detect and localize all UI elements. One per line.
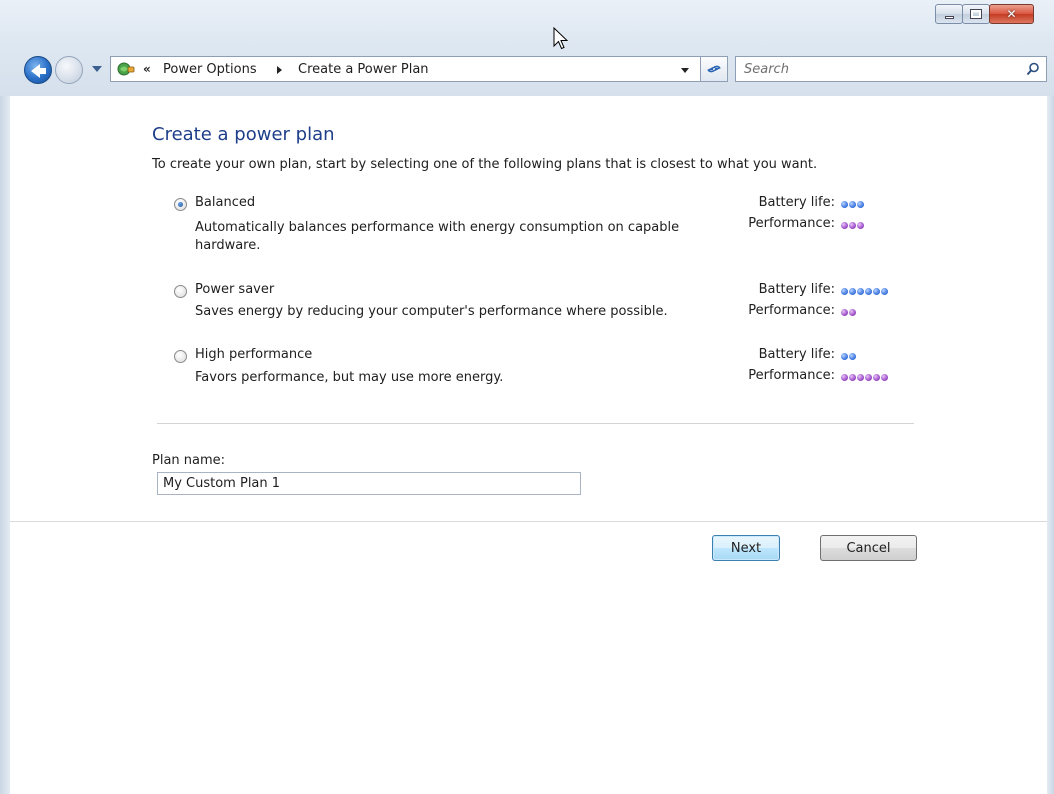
radio-balanced[interactable]	[174, 198, 187, 211]
battery-meter-dot	[873, 288, 880, 295]
footer-separator	[10, 521, 1047, 522]
plan-name-value[interactable]: My Custom Plan 1	[163, 476, 280, 491]
battery-meter-dot	[849, 201, 856, 208]
page-intro: To create your own plan, start by select…	[152, 157, 818, 172]
maximize-icon	[963, 5, 989, 23]
battery-meter-dot	[865, 288, 872, 295]
performance-meter	[841, 218, 865, 229]
breadcrumb-power-options[interactable]: Power Options	[163, 62, 257, 77]
battery-meter-dot	[849, 288, 856, 295]
performance-meter-dot	[841, 309, 848, 316]
performance-meter-dot	[841, 222, 848, 229]
window-left-border	[0, 96, 10, 794]
mouse-cursor-icon	[553, 27, 569, 50]
performance-meter-dot	[849, 374, 856, 381]
plan-description-line: Favors performance, but may use more ene…	[195, 370, 504, 385]
plan-description-line: Automatically balances performance with …	[195, 220, 680, 235]
back-button[interactable]	[24, 56, 52, 84]
search-input[interactable]: Search	[744, 62, 789, 77]
refresh-icon	[707, 65, 721, 73]
minimize-button[interactable]	[935, 4, 963, 24]
search-icon[interactable]	[1026, 62, 1040, 76]
battery-meter	[841, 197, 865, 208]
battery-meter	[841, 284, 889, 295]
plan-description-high-performance: Favors performance, but may use more ene…	[195, 369, 503, 387]
next-button[interactable]: Next	[712, 535, 780, 561]
performance-meter-dot	[873, 374, 880, 381]
performance-meter-dot	[857, 222, 864, 229]
performance-meter	[841, 305, 857, 316]
performance-meter-dot	[865, 374, 872, 381]
battery-meter-dot	[841, 201, 848, 208]
battery-life-label: Battery life:	[758, 347, 835, 362]
power-options-icon	[117, 62, 135, 76]
performance-meter-dot	[849, 309, 856, 316]
performance-meter-dot	[841, 374, 848, 381]
battery-meter-dot	[849, 353, 856, 360]
breadcrumb-separator-icon[interactable]	[277, 66, 282, 74]
maximize-button[interactable]	[962, 4, 990, 24]
battery-meter-dot	[841, 353, 848, 360]
plan-title-power-saver[interactable]: Power saver	[195, 282, 274, 297]
performance-meter-dot	[849, 222, 856, 229]
performance-label: Performance:	[748, 216, 835, 231]
address-bar[interactable]: « Power Options Create a Power Plan	[110, 56, 701, 82]
plan-description-line: Saves energy by reducing your computer's…	[195, 304, 668, 319]
performance-meter-dot	[857, 374, 864, 381]
window-right-border	[1047, 96, 1054, 794]
plan-description-balanced: Automatically balances performance with …	[195, 219, 679, 255]
plan-name-label: Plan name:	[152, 453, 226, 468]
cancel-button[interactable]: Cancel	[820, 535, 917, 561]
battery-meter-dot	[881, 288, 888, 295]
plan-name-field[interactable]: My Custom Plan 1	[157, 472, 581, 495]
close-icon: ✕	[1006, 7, 1017, 21]
recent-pages-dropdown-icon[interactable]	[92, 66, 102, 72]
battery-meter-dot	[857, 201, 864, 208]
performance-label: Performance:	[748, 303, 835, 318]
battery-life-label: Battery life:	[758, 282, 835, 297]
plan-title-balanced[interactable]: Balanced	[195, 195, 255, 210]
address-overflow-chevron[interactable]: «	[143, 62, 151, 76]
breadcrumb-create-power-plan[interactable]: Create a Power Plan	[298, 62, 429, 77]
radio-power-saver[interactable]	[174, 285, 187, 298]
refresh-button[interactable]	[700, 56, 728, 82]
radio-high-performance[interactable]	[174, 350, 187, 363]
plan-title-high-performance[interactable]: High performance	[195, 347, 312, 362]
minimize-icon	[936, 5, 962, 23]
performance-meter-dot	[881, 374, 888, 381]
close-button[interactable]: ✕	[989, 4, 1034, 24]
performance-label: Performance:	[748, 368, 835, 383]
plan-description-line: hardware.	[195, 238, 261, 253]
performance-meter	[841, 370, 889, 381]
page-title: Create a power plan	[152, 124, 335, 145]
battery-meter	[841, 349, 857, 360]
battery-life-label: Battery life:	[758, 195, 835, 210]
search-box[interactable]: Search	[735, 56, 1047, 82]
section-divider	[157, 423, 914, 424]
address-dropdown-icon[interactable]	[681, 68, 689, 73]
battery-meter-dot	[841, 288, 848, 295]
forward-button[interactable]	[55, 56, 83, 84]
plan-description-power-saver: Saves energy by reducing your computer's…	[195, 303, 668, 321]
battery-meter-dot	[857, 288, 864, 295]
window-frame: ✕ « Power Options Create a Power Plan Se…	[0, 0, 1054, 794]
